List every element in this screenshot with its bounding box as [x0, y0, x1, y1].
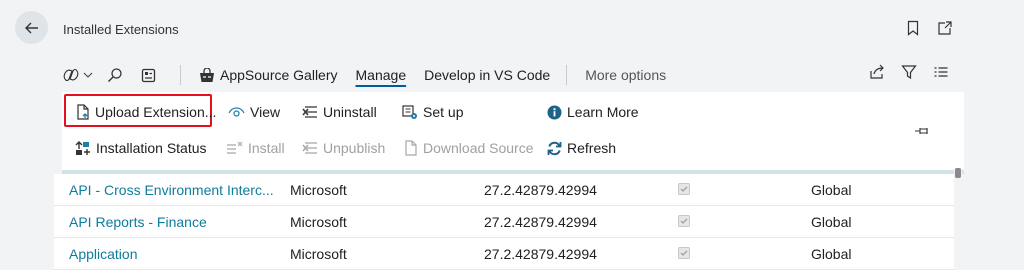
checkbox-checked-icon: [678, 183, 690, 195]
view-button[interactable]: View: [228, 104, 280, 120]
install-icon: [227, 141, 243, 154]
list-icon: [934, 67, 948, 77]
publisher-cell: Microsoft: [290, 214, 347, 230]
checkbox-checked-icon: [678, 247, 690, 259]
extension-name-link[interactable]: API - Cross Environment Interc...: [69, 182, 274, 198]
setup-icon: [402, 104, 417, 119]
version-cell: 27.2.42879.42994: [484, 214, 597, 230]
checkbox-checked-icon: [678, 215, 690, 227]
manage-actions-panel: Upload Extension... View Uninstall Set u…: [62, 92, 964, 174]
uninstall-icon: [302, 106, 317, 118]
copilot-dropdown[interactable]: [62, 67, 93, 83]
version-cell: 27.2.42879.42994: [484, 246, 597, 262]
popout-button[interactable]: [937, 20, 953, 36]
manage-label: Manage: [355, 67, 407, 83]
bookmark-icon: [907, 20, 919, 36]
uninstall-label: Uninstall: [323, 104, 377, 120]
bookmark-button[interactable]: [906, 20, 920, 36]
unpublish-icon: [302, 142, 317, 154]
installed-checkbox: [678, 215, 690, 227]
table-row[interactable]: Application Microsoft 27.2.42879.42994 G…: [54, 238, 954, 270]
extension-name-link[interactable]: Application: [69, 246, 138, 262]
download-source-button[interactable]: Download Source: [404, 140, 534, 156]
more-options-label: More options: [585, 67, 667, 83]
share-button[interactable]: [869, 64, 885, 80]
filter-button[interactable]: [901, 64, 917, 80]
back-button[interactable]: [15, 11, 48, 44]
version-cell: 27.2.42879.42994: [484, 182, 597, 198]
publisher-cell: Microsoft: [290, 246, 347, 262]
scope-cell: Global: [811, 182, 852, 198]
edit-list-button[interactable]: [141, 68, 156, 83]
scope-cell: Global: [811, 246, 852, 262]
installed-checkbox: [678, 247, 690, 259]
open-in-new-window-icon: [938, 21, 952, 35]
table-row[interactable]: API - Cross Environment Interc... Micros…: [54, 174, 954, 206]
install-button[interactable]: Install: [226, 140, 285, 156]
vertical-scrollbar[interactable]: [954, 168, 962, 268]
unpublish-button[interactable]: Unpublish: [302, 140, 385, 156]
extension-name-link[interactable]: API Reports - Finance: [69, 214, 207, 230]
search-icon: [108, 68, 122, 82]
pin-icon: [915, 128, 928, 134]
scrollbar-thumb[interactable]: [955, 168, 961, 178]
page-title: Installed Extensions: [63, 22, 179, 37]
upload-file-icon: [77, 104, 89, 120]
arrow-left-icon: [24, 22, 38, 33]
edit-list-icon: [141, 68, 156, 82]
upload-extension-button[interactable]: Upload Extension...: [76, 104, 216, 120]
pin-panel-button[interactable]: [914, 126, 930, 136]
command-separator: [180, 65, 181, 85]
download-file-icon: [405, 140, 417, 156]
search-button[interactable]: [107, 67, 123, 83]
command-bar: AppSource Gallery Manage Develop in VS C…: [62, 62, 964, 88]
scope-cell: Global: [811, 214, 852, 230]
set-up-button[interactable]: Set up: [402, 104, 463, 120]
uninstall-button[interactable]: Uninstall: [302, 104, 377, 120]
develop-in-vs-code-button[interactable]: Develop in VS Code: [424, 67, 550, 83]
installation-status-button[interactable]: Installation Status: [75, 140, 207, 156]
info-icon: [547, 105, 562, 119]
appsource-gallery-label: AppSource Gallery: [220, 67, 338, 83]
download-source-label: Download Source: [423, 140, 534, 156]
extensions-table: API - Cross Environment Interc... Micros…: [54, 174, 954, 270]
command-separator: [566, 65, 568, 85]
copilot-icon: [63, 68, 79, 82]
set-up-label: Set up: [423, 104, 464, 120]
install-label: Install: [248, 140, 285, 156]
unpublish-label: Unpublish: [323, 140, 386, 156]
list-view-button[interactable]: [933, 64, 949, 80]
appsource-icon: [200, 67, 214, 82]
list-tools: [869, 64, 949, 80]
learn-more-button[interactable]: Learn More: [547, 104, 639, 120]
refresh-button[interactable]: Refresh: [547, 140, 616, 156]
share-icon: [870, 64, 884, 79]
view-label: View: [250, 104, 281, 120]
refresh-label: Refresh: [567, 140, 617, 156]
installation-status-icon: [75, 141, 90, 155]
table-row[interactable]: API Reports - Finance Microsoft 27.2.428…: [54, 206, 954, 238]
more-options-button[interactable]: More options: [585, 67, 666, 83]
filter-icon: [901, 65, 917, 80]
installation-status-label: Installation Status: [96, 140, 207, 156]
learn-more-label: Learn More: [567, 104, 639, 120]
upload-extension-label: Upload Extension...: [95, 104, 217, 120]
eye-icon: [228, 107, 245, 117]
chevron-down-icon: [83, 72, 93, 78]
appsource-gallery-button[interactable]: AppSource Gallery: [199, 67, 338, 83]
publisher-cell: Microsoft: [290, 182, 347, 198]
refresh-icon: [547, 141, 562, 155]
tab-manage[interactable]: Manage: [356, 67, 407, 83]
develop-in-vs-code-label: Develop in VS Code: [424, 67, 551, 83]
installed-checkbox: [678, 183, 690, 195]
